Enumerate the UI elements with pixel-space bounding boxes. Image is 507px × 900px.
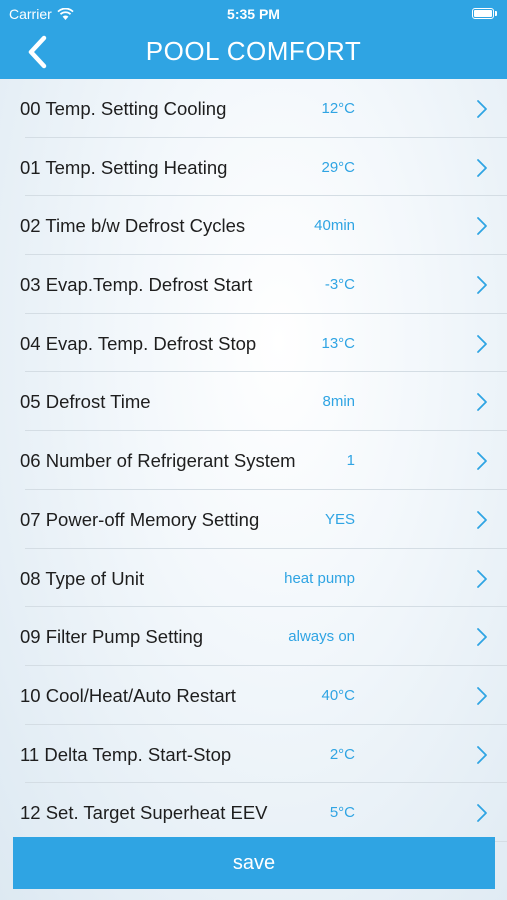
- settings-row[interactable]: 02 Time b/w Defrost Cycles 40min: [0, 196, 507, 255]
- chevron-right-icon: [477, 745, 487, 764]
- setting-label: 07 Power-off Memory Setting: [20, 508, 260, 530]
- settings-row[interactable]: 08 Type of Unit heat pump: [0, 549, 507, 608]
- setting-value: 40°C: [321, 686, 355, 704]
- setting-label: 04 Evap. Temp. Defrost Stop: [20, 332, 257, 354]
- settings-row[interactable]: 00 Temp. Setting Cooling 12°C: [0, 79, 507, 138]
- chevron-right-icon: [477, 628, 487, 647]
- settings-row[interactable]: 07 Power-off Memory Setting YES: [0, 490, 507, 549]
- setting-label: 09 Filter Pump Setting: [20, 626, 204, 648]
- settings-row[interactable]: 10 Cool/Heat/Auto Restart 40°C: [0, 666, 507, 725]
- settings-row[interactable]: 05 Defrost Time 8min: [0, 372, 507, 431]
- setting-label: 02 Time b/w Defrost Cycles: [20, 215, 246, 237]
- setting-label: 05 Defrost Time: [20, 391, 151, 413]
- setting-label: 11 Delta Temp. Start-Stop: [20, 743, 232, 765]
- setting-value: always on: [288, 628, 355, 646]
- setting-value: heat pump: [284, 569, 355, 587]
- setting-value: YES: [324, 510, 355, 528]
- chevron-right-icon: [477, 452, 487, 471]
- chevron-right-icon: [477, 158, 487, 177]
- setting-value: 40min: [314, 217, 355, 235]
- setting-label: 06 Number of Refrigerant System: [20, 450, 296, 472]
- chevron-right-icon: [477, 334, 487, 353]
- chevron-right-icon: [477, 393, 487, 412]
- settings-row[interactable]: 06 Number of Refrigerant System 1: [0, 431, 507, 490]
- settings-row[interactable]: 04 Evap. Temp. Defrost Stop 13°C: [0, 314, 507, 373]
- settings-row[interactable]: 12 Set. Target Superheat EEV 5°C: [0, 783, 507, 842]
- settings-row[interactable]: 01 Temp. Setting Heating 29°C: [0, 138, 507, 197]
- app-screen: Carrier 5:35 PM POOL COMFORT 00 Temp. Se…: [0, 0, 507, 900]
- setting-value: 1: [346, 452, 355, 470]
- chevron-right-icon: [477, 569, 487, 588]
- status-time: 5:35 PM: [227, 6, 280, 22]
- page-title: POOL COMFORT: [145, 36, 362, 66]
- setting-value: 5°C: [329, 804, 355, 822]
- chevron-right-icon: [477, 804, 487, 823]
- setting-value: 13°C: [321, 334, 355, 352]
- status-bar: Carrier 5:35 PM: [0, 0, 507, 28]
- setting-value: 8min: [322, 393, 355, 411]
- chevron-right-icon: [477, 510, 487, 529]
- save-button[interactable]: save: [13, 837, 495, 889]
- setting-label: 12 Set. Target Superheat EEV: [20, 802, 268, 824]
- setting-value: 12°C: [321, 100, 355, 117]
- settings-row[interactable]: 09 Filter Pump Setting always on: [0, 607, 507, 666]
- settings-row[interactable]: 03 Evap.Temp. Defrost Start -3°C: [0, 255, 507, 314]
- chevron-right-icon: [477, 100, 487, 118]
- setting-value: -3°C: [324, 276, 355, 294]
- setting-label: 10 Cool/Heat/Auto Restart: [20, 684, 236, 706]
- chevron-right-icon: [477, 217, 487, 236]
- battery-icon: [472, 8, 498, 19]
- settings-row[interactable]: 11 Delta Temp. Start-Stop 2°C: [0, 725, 507, 784]
- chevron-right-icon: [477, 686, 487, 705]
- setting-label: 00 Temp. Setting Cooling: [20, 98, 227, 119]
- settings-list: 00 Temp. Setting Cooling 12°C 01 Temp. Set…: [0, 79, 507, 842]
- setting-value: 29°C: [321, 158, 355, 176]
- chevron-right-icon: [477, 276, 487, 294]
- setting-label: 08 Type of Unit: [20, 567, 145, 589]
- setting-label: 03 Evap.Temp. Defrost Start: [20, 274, 253, 296]
- navigation-bar: Carrier 5:35 PM POOL COMFORT: [0, 0, 507, 79]
- setting-label: 01 Temp. Setting Heating: [20, 156, 228, 178]
- setting-value: 2°C: [329, 745, 355, 763]
